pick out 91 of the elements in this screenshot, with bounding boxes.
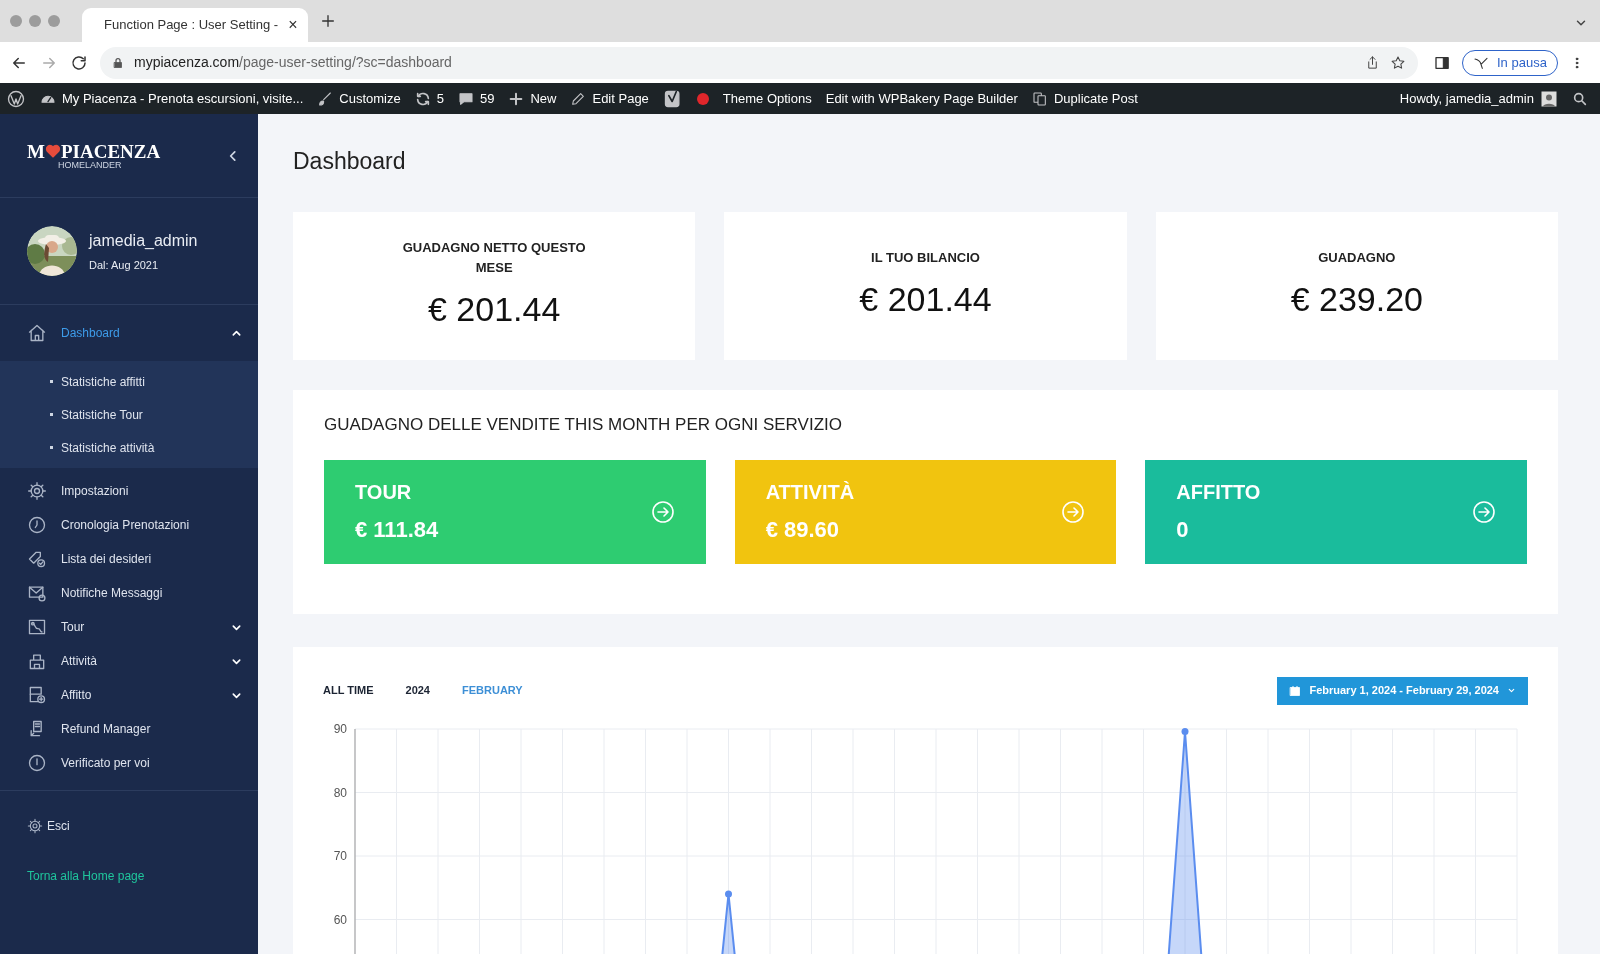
- brush-icon: [317, 90, 334, 107]
- calendar-icon: [1289, 684, 1302, 697]
- admin-bar-link[interactable]: Edit with WPBakery Page Builder: [825, 88, 1018, 109]
- address-field[interactable]: mypiacenza.com/page-user-setting/?sc=dashboard: [100, 46, 1418, 79]
- map-icon: [27, 617, 47, 637]
- data-point: [1181, 727, 1189, 735]
- bullet-icon: [50, 380, 53, 383]
- member-since: Dal: Aug 2021: [89, 257, 160, 273]
- sidebar-item[interactable]: Cronologia Prenotazioni: [0, 508, 258, 542]
- admin-bar-link[interactable]: 59: [458, 88, 495, 109]
- user-name: jamedia_admin: [89, 230, 198, 251]
- service-value: € 111.84: [355, 516, 440, 544]
- page-title: Dashboard: [293, 147, 407, 176]
- refresh-icon: [414, 90, 431, 107]
- account-link[interactable]: Howdy, jamedia_admin: [1399, 88, 1558, 109]
- stat-value: € 201.44: [428, 288, 561, 330]
- stat-label: GUADAGNO NETTO QUESTO MESE: [401, 238, 587, 277]
- period-tab[interactable]: 2024: [405, 682, 430, 699]
- submenu-item[interactable]: Statistiche attività: [61, 438, 155, 457]
- sidebar-item[interactable]: Lista dei desideri: [0, 542, 258, 576]
- stat-label: GUADAGNO: [1318, 248, 1396, 267]
- logo-subtitle: HOMELANDER: [58, 160, 123, 170]
- lock-icon: [112, 56, 124, 69]
- axis-label: 70: [333, 848, 347, 863]
- wordpress-icon[interactable]: [6, 88, 26, 109]
- star-icon[interactable]: [1390, 54, 1406, 71]
- home-link[interactable]: Torna alla Home page: [27, 867, 258, 885]
- admin-bar-link[interactable]: New: [508, 88, 557, 109]
- stat-value: € 239.20: [1290, 278, 1423, 320]
- arrow-circle-icon: [1472, 499, 1496, 524]
- axis-label: 60: [333, 912, 347, 926]
- logo-text: M: [27, 141, 45, 161]
- sidebar-icon[interactable]: [1434, 54, 1450, 71]
- admin-bar-link[interactable]: Edit Page: [570, 88, 649, 109]
- search-icon[interactable]: [1572, 90, 1588, 107]
- settings-icon: [27, 481, 47, 501]
- heart-icon: [44, 143, 61, 159]
- tag-icon: [27, 549, 47, 569]
- new-tab-icon[interactable]: [320, 13, 336, 29]
- sidebar-item[interactable]: Dashboard: [0, 305, 258, 361]
- sidebar-item[interactable]: Tour: [0, 610, 258, 644]
- service-value: € 89.60: [765, 516, 841, 544]
- admin-bar-link[interactable]: My Piacenza - Prenota escursioni, visite...: [40, 88, 304, 109]
- arrow-circle-icon: [1061, 499, 1086, 524]
- sidebar-item[interactable]: Affitto: [0, 678, 258, 712]
- home-icon: [27, 323, 47, 343]
- mail-icon: [27, 583, 47, 603]
- sidebar-item[interactable]: Refund Manager: [0, 712, 258, 746]
- admin-bar-link[interactable]: Customize: [317, 88, 401, 109]
- stat-value: € 201.44: [859, 278, 992, 320]
- service-label: TOUR: [355, 480, 413, 505]
- close-icon[interactable]: ×: [288, 13, 298, 37]
- bullet-icon: [50, 413, 53, 416]
- logout-link[interactable]: Esci: [27, 817, 258, 835]
- arrow-circle-icon: [650, 499, 675, 524]
- tab-title: Function Page : User Setting -: [104, 16, 279, 35]
- user-avatar-icon: [1540, 89, 1558, 108]
- axis-label: 80: [333, 785, 347, 799]
- settings-icon: [27, 818, 43, 834]
- clock-icon: [27, 515, 47, 535]
- service-value: 0: [1176, 516, 1190, 544]
- browser-tab[interactable]: Function Page : User Setting - ×: [82, 8, 308, 42]
- axis-label: 90: [333, 721, 347, 736]
- document-icon: [27, 685, 47, 705]
- duplicate-icon: [1031, 90, 1048, 107]
- logo-text: PIACENZA: [60, 141, 161, 161]
- reload-icon[interactable]: [70, 53, 88, 72]
- service-label: AFFITTO: [1176, 480, 1262, 505]
- url-text: mypiacenza.com/page-user-setting/?sc=dashboard: [134, 53, 452, 72]
- caret-icon: [1507, 686, 1516, 695]
- plus-icon: [508, 90, 525, 107]
- pencil-icon: [570, 90, 587, 107]
- section-title: GUADAGNO DELLE VENDITE THIS MONTH PER OGNI SERVIZIO: [324, 414, 843, 436]
- stat-label: IL TUO BILANCIO: [871, 248, 980, 267]
- sidebar-item[interactable]: Verificato per voi: [0, 746, 258, 780]
- admin-bar-link[interactable]: Duplicate Post: [1031, 88, 1138, 109]
- sidebar-item[interactable]: Notifiche Messaggi: [0, 576, 258, 610]
- sidebar-item[interactable]: Attività: [0, 644, 258, 678]
- sidebar-item[interactable]: Impostazioni: [0, 474, 258, 508]
- submenu-item[interactable]: Statistiche Tour: [61, 405, 143, 424]
- period-tab[interactable]: ALL TIME: [323, 682, 374, 699]
- seo-icon[interactable]: [662, 88, 683, 109]
- service-label: ATTIVITÀ: [765, 480, 856, 505]
- info-icon: [27, 753, 47, 773]
- admin-bar-link[interactable]: 5: [414, 88, 444, 109]
- share-icon[interactable]: [1365, 55, 1380, 70]
- data-point: [725, 890, 732, 898]
- admin-bar-link[interactable]: Theme Options: [722, 88, 812, 109]
- bullet-icon: [50, 446, 53, 449]
- submenu-item[interactable]: Statistiche affitti: [61, 372, 145, 391]
- comment-icon: [458, 90, 474, 107]
